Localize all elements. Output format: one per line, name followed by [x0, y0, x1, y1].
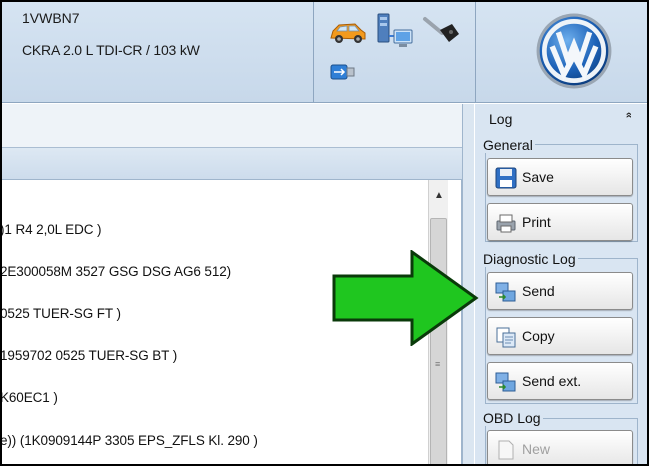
list-item[interactable]: )1 R4 2,0L EDC ) [0, 222, 102, 237]
copy-label: Copy [522, 328, 555, 344]
collapse-icon[interactable]: » [623, 112, 635, 118]
new-label: New [522, 441, 551, 457]
log-sidebar: Log » General Diagnostic Log OBD Log Sav… [475, 104, 649, 466]
list-item[interactable]: e)) (1K0909144P 3305 EPS_ZFLS Kl. 290 ) [0, 433, 258, 448]
new-button[interactable]: New [487, 430, 633, 466]
content-toolbar [0, 104, 470, 148]
list-item[interactable]: 0525 TUER-SG FT ) [0, 306, 121, 321]
green-arrow-icon [332, 250, 479, 346]
network-icon[interactable] [376, 12, 416, 50]
group-label-diagnostic-log: Diagnostic Log [481, 251, 578, 267]
list-item[interactable]: 2E300058M 3527 GSG DSG AG6 512) [0, 264, 231, 279]
scroll-up-arrow-icon[interactable]: ▲ [429, 190, 449, 204]
print-label: Print [522, 214, 551, 230]
sidebar-title: Log [489, 111, 513, 127]
list-item[interactable]: K60EC1 ) [0, 390, 58, 405]
vehicle-engine: CKRA 2.0 L TDI-CR / 103 kW [22, 42, 200, 58]
group-label-obd-log: OBD Log [481, 410, 543, 426]
save-button[interactable]: Save [487, 158, 633, 196]
send-label: Send [522, 283, 555, 299]
send-external-icon [495, 372, 516, 392]
floppy-disk-icon [495, 167, 517, 189]
send-ext-label: Send ext. [522, 373, 582, 389]
save-label: Save [522, 169, 554, 185]
vehicle-header: 1VWBN7 CKRA 2.0 L TDI-CR / 103 kW [0, 0, 649, 103]
copy-button[interactable]: Copy [487, 317, 633, 355]
print-button[interactable]: Print [487, 203, 633, 241]
send-button[interactable]: Send [487, 272, 633, 310]
list-item[interactable]: 1959702 0525 TUER-SG BT ) [0, 348, 177, 363]
vw-logo [536, 13, 612, 89]
group-label-general: General [481, 137, 535, 153]
header-icon-panel [313, 0, 476, 103]
send-icon [495, 282, 516, 302]
car-icon[interactable] [328, 20, 368, 46]
usb-icon[interactable] [330, 62, 356, 82]
grip-icon: ≡ [435, 359, 441, 369]
vehicle-vin: 1VWBN7 [22, 10, 80, 26]
send-ext-button[interactable]: Send ext. [487, 362, 633, 400]
content-column-header [0, 148, 470, 180]
new-document-icon [498, 440, 514, 460]
key-icon[interactable] [422, 14, 462, 48]
copy-icon [496, 327, 516, 348]
printer-icon [496, 214, 516, 233]
